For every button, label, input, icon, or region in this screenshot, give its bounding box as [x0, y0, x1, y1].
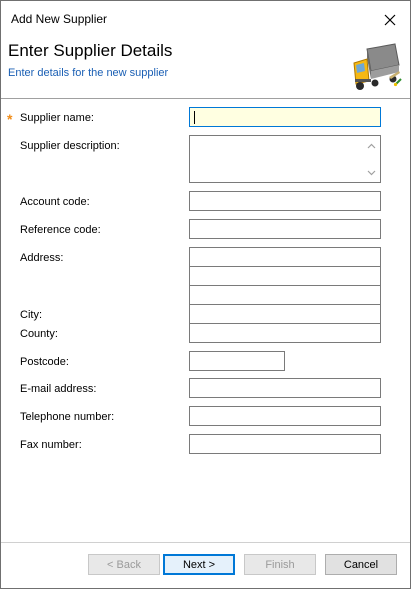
chevron-down-icon	[367, 170, 375, 175]
address-line2-input[interactable]	[189, 266, 381, 286]
fax-label: Fax number:	[20, 439, 82, 451]
supplier-description-label: Supplier description:	[20, 140, 120, 152]
wizard-header: Enter Supplier Details Enter details for…	[1, 39, 410, 97]
truck-icon	[353, 43, 402, 90]
reference-code-input[interactable]	[189, 219, 381, 239]
reference-code-label: Reference code:	[20, 224, 101, 236]
address-label: Address:	[20, 252, 64, 264]
telephone-input[interactable]	[189, 406, 381, 426]
scroll-down-button[interactable]	[363, 165, 379, 180]
add-supplier-dialog: Add New Supplier Enter Supplier Details …	[0, 0, 411, 589]
chevron-up-icon	[367, 143, 375, 148]
page-heading: Enter Supplier Details	[8, 41, 173, 60]
postcode-label: Postcode:	[20, 356, 69, 368]
email-input[interactable]	[189, 378, 381, 398]
account-code-label: Account code:	[20, 196, 90, 208]
required-marker: *	[7, 111, 13, 127]
supplier-description-input[interactable]	[189, 135, 381, 183]
finish-button[interactable]: Finish	[244, 554, 316, 575]
close-icon	[384, 14, 396, 26]
title-bar: Add New Supplier	[1, 1, 410, 39]
city-input[interactable]	[189, 304, 381, 324]
header-divider	[1, 98, 410, 99]
address-line1-input[interactable]	[189, 247, 381, 267]
county-label: County:	[20, 328, 58, 340]
email-label: E-mail address:	[20, 383, 97, 395]
account-code-input[interactable]	[189, 191, 381, 211]
next-button[interactable]: Next >	[163, 554, 235, 575]
city-label: City:	[20, 309, 42, 321]
window-title: Add New Supplier	[11, 12, 108, 26]
telephone-label: Telephone number:	[20, 411, 115, 423]
supplier-name-label: Supplier name:	[20, 112, 94, 124]
text-caret	[194, 111, 195, 124]
scroll-up-button[interactable]	[363, 138, 379, 153]
close-button[interactable]	[376, 7, 404, 33]
back-button[interactable]: < Back	[88, 554, 160, 575]
footer-divider	[1, 542, 410, 543]
supplier-name-input[interactable]	[189, 107, 381, 127]
fax-input[interactable]	[189, 434, 381, 454]
cancel-button[interactable]: Cancel	[325, 554, 397, 575]
address-line3-input[interactable]	[189, 285, 381, 305]
county-input[interactable]	[189, 323, 381, 343]
page-subheading: Enter details for the new supplier	[8, 67, 169, 79]
postcode-input[interactable]	[189, 351, 285, 371]
